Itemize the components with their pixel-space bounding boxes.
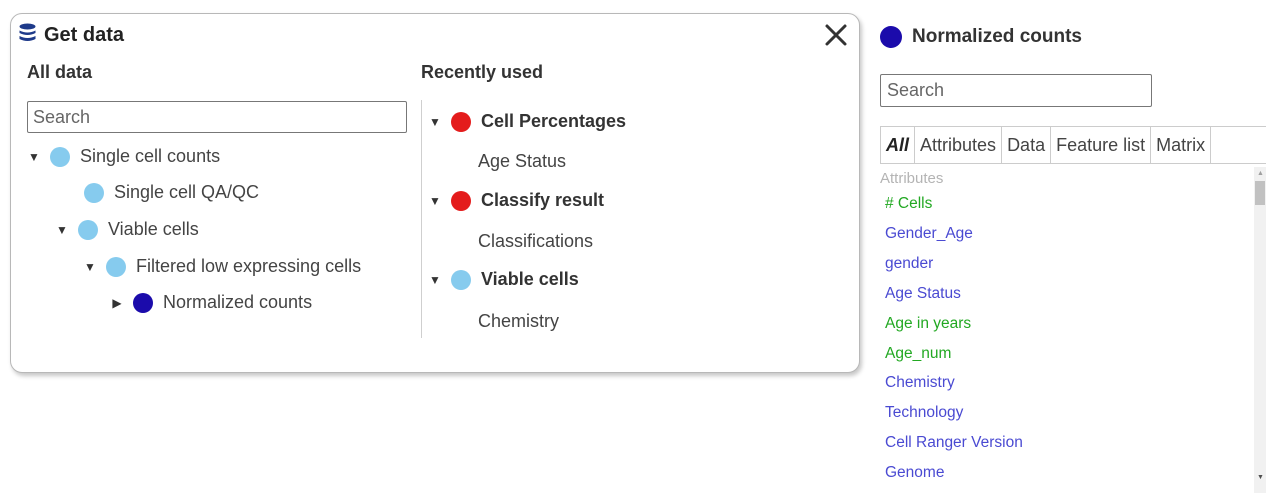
recent-child-age-status[interactable]: Age Status (478, 151, 566, 172)
recent-child-label: Age Status (478, 151, 567, 171)
tree-node-label: Filtered low expressing cells (136, 256, 362, 276)
data-node-icon (78, 219, 98, 240)
close-button[interactable] (823, 22, 849, 48)
attribute-item[interactable]: gender (885, 255, 933, 273)
recent-node-label: Classify result (481, 190, 605, 210)
node-panel-title: Normalized counts (912, 26, 1082, 47)
column-divider (421, 100, 422, 338)
all-data-search-input[interactable] (27, 101, 407, 133)
data-node-icon (451, 190, 471, 211)
node-search-input[interactable] (880, 74, 1152, 107)
attribute-item[interactable]: Cell Ranger Version (885, 434, 1023, 452)
tree-node-label: Single cell QA/QC (114, 182, 260, 202)
attribute-list: Attributes # Cells Gender_Age gender Age… (880, 167, 1266, 493)
expand-toggle-icon[interactable]: ▼ (429, 273, 441, 287)
expand-toggle-icon[interactable]: ▼ (28, 150, 40, 164)
tree-node-label: Single cell counts (80, 146, 221, 166)
attribute-item[interactable]: Age Status (885, 285, 961, 303)
close-icon[interactable] (823, 22, 849, 48)
attributes-group-label: Attributes (880, 170, 944, 187)
tab-data[interactable]: Data (1002, 127, 1052, 163)
data-node-icon (451, 111, 471, 132)
tree-node-single-cell-counts[interactable]: ▼ Single cell counts (28, 146, 220, 167)
panel-header: Get data (19, 23, 124, 48)
tab-feature-list[interactable]: Feature list (1051, 127, 1152, 163)
node-panel-header: Normalized counts (880, 26, 1082, 48)
recent-node-cell-percentages[interactable]: ▼ Cell Percentages (429, 111, 626, 132)
expand-toggle-icon[interactable]: ▼ (56, 223, 68, 237)
data-node-icon (133, 292, 153, 313)
data-node-icon (84, 182, 104, 203)
filter-tabs: All Attributes Data Feature list Matrix (880, 126, 1266, 164)
scroll-up-arrow-icon[interactable]: ▲ (1257, 170, 1264, 177)
attribute-item[interactable]: Gender_Age (885, 225, 973, 243)
recently-used-heading: Recently used (421, 62, 544, 82)
attribute-item[interactable]: Chemistry (885, 374, 955, 392)
expand-toggle-icon[interactable]: ▼ (429, 115, 441, 129)
tree-node-label: Normalized counts (163, 292, 313, 312)
attribute-item[interactable]: # Cells (885, 195, 932, 213)
tab-all[interactable]: All (881, 127, 916, 163)
tree-node-viable-cells[interactable]: ▼ Viable cells (56, 219, 199, 240)
recent-node-viable-cells[interactable]: ▼ Viable cells (429, 269, 579, 290)
expand-toggle-icon[interactable]: ▼ (429, 194, 441, 208)
attribute-item[interactable]: Technology (885, 404, 963, 422)
tab-attributes[interactable]: Attributes (915, 127, 1003, 163)
scrollbar-thumb[interactable] (1255, 181, 1265, 205)
tab-matrix[interactable]: Matrix (1151, 127, 1212, 163)
data-node-icon (50, 146, 70, 167)
panel-title: Get data (44, 24, 125, 46)
expand-toggle-icon[interactable]: ▼ (84, 260, 96, 274)
get-data-panel: Get data All data Recently used ▼ Single… (10, 13, 860, 373)
tree-node-filtered-low-expressing-cells[interactable]: ▼ Filtered low expressing cells (84, 256, 361, 277)
attribute-item[interactable]: Genome (885, 464, 944, 482)
scroll-down-arrow-icon[interactable]: ▼ (1257, 474, 1264, 481)
tree-node-label: Viable cells (108, 219, 199, 239)
recent-node-label: Viable cells (481, 269, 579, 289)
attribute-item[interactable]: Age_num (885, 345, 951, 363)
data-node-icon (880, 26, 902, 48)
data-node-icon (106, 256, 126, 277)
attribute-list-scrollbar[interactable] (1254, 167, 1266, 493)
recent-node-label: Cell Percentages (481, 111, 627, 131)
recent-child-label: Chemistry (478, 311, 560, 331)
data-node-icon (451, 269, 471, 290)
recent-child-label: Classifications (478, 231, 594, 251)
attribute-item[interactable]: Age in years (885, 315, 971, 333)
recent-node-classify-result[interactable]: ▼ Classify result (429, 190, 604, 211)
all-data-heading: All data (27, 62, 93, 82)
tree-node-normalized-counts[interactable]: ▶ Normalized counts (111, 292, 312, 313)
recent-child-classifications[interactable]: Classifications (478, 231, 593, 252)
database-icon (19, 23, 36, 48)
collapse-toggle-icon[interactable]: ▶ (111, 296, 123, 310)
tree-node-single-cell-qaqc[interactable]: Single cell QA/QC (84, 182, 259, 203)
recent-child-chemistry[interactable]: Chemistry (478, 311, 559, 332)
